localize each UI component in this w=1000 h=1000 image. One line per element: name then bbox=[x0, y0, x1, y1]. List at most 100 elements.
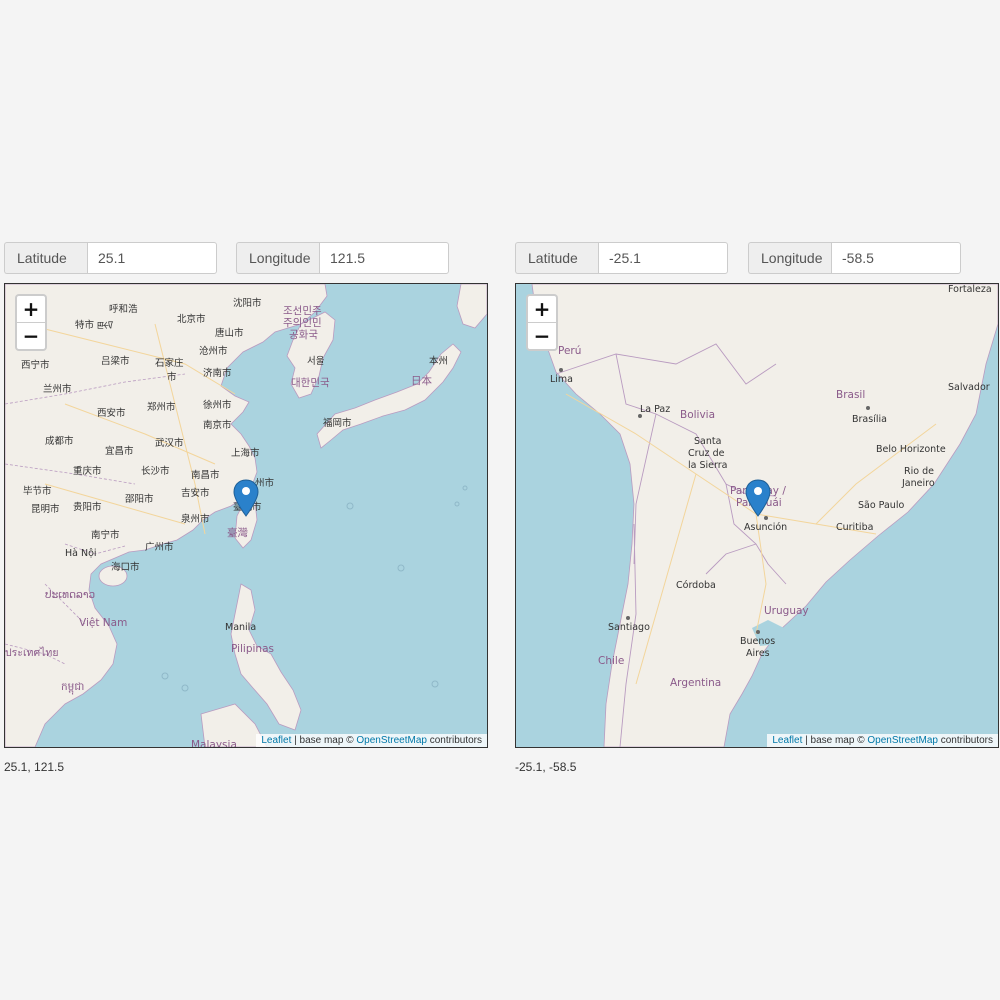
map-label: 沈阳市 bbox=[233, 297, 262, 309]
map-label: 特市 ꡣꡡꡧ bbox=[75, 319, 113, 331]
map-label: Córdoba bbox=[676, 580, 716, 591]
latitude-input[interactable] bbox=[87, 242, 217, 274]
zoom-in-button[interactable]: + bbox=[528, 296, 556, 323]
map-label: 日本 bbox=[411, 374, 432, 387]
map-label: Manila bbox=[225, 622, 256, 633]
map-label: Lima bbox=[550, 374, 573, 385]
map-label: 徐州市 bbox=[203, 399, 232, 411]
map-label: 주의인민 bbox=[283, 317, 322, 329]
map-label: 吕梁市 bbox=[101, 355, 130, 367]
map-label: 重庆市 bbox=[73, 465, 102, 477]
map-label: La Paz bbox=[640, 404, 670, 415]
map-label: Buenos bbox=[740, 636, 775, 647]
map-label: 서울 bbox=[307, 356, 325, 367]
latitude-label: Latitude bbox=[4, 242, 87, 274]
latitude-group: Latitude bbox=[4, 242, 217, 274]
map-label: 조선민주 bbox=[283, 305, 322, 317]
map-label: ປະເທດລາວ bbox=[45, 589, 95, 601]
map-label: Cruz de bbox=[688, 448, 725, 459]
map-label: Brasil bbox=[836, 389, 865, 401]
map-label: Salvador bbox=[948, 382, 990, 393]
map-label: 공화국 bbox=[289, 329, 318, 341]
map-label: 郑州市 bbox=[147, 401, 176, 413]
map-label: 广州市 bbox=[145, 541, 174, 553]
map-label: 福岡市 bbox=[323, 417, 352, 429]
map-label: Pilipinas bbox=[231, 643, 274, 655]
longitude-label: Longitude bbox=[236, 242, 319, 274]
attribution-text: | base map © bbox=[802, 735, 868, 746]
map-label: ประเทศไทย bbox=[5, 646, 58, 659]
map-panel-south-america: Latitude Longitude Fortaleza Perú Lima S… bbox=[515, 242, 1000, 774]
leaflet-link[interactable]: Leaflet bbox=[261, 735, 291, 746]
coordinate-inputs: Latitude Longitude bbox=[515, 242, 1000, 274]
map-label: កម្ពុជា bbox=[61, 681, 84, 695]
map-label: 长沙市 bbox=[141, 465, 170, 477]
map-label: 上海市 bbox=[231, 447, 260, 459]
map-label: Hà Nội bbox=[65, 548, 97, 559]
map-view[interactable]: 呼和浩 沈阳市 조선민주 주의인민 공화국 特市 ꡣꡡꡧ 北京市 唐山市 西宁市… bbox=[4, 283, 488, 748]
map-label: 臺灣 bbox=[227, 526, 248, 539]
map-label: São Paulo bbox=[858, 500, 904, 511]
attribution-text: contributors bbox=[937, 735, 993, 746]
latitude-input[interactable] bbox=[598, 242, 728, 274]
map-label: Asunción bbox=[744, 522, 787, 533]
map-label: 州市 bbox=[255, 477, 275, 489]
longitude-input[interactable] bbox=[831, 242, 961, 274]
osm-link[interactable]: OpenStreetMap bbox=[356, 735, 427, 746]
coordinates-output: -25.1, -58.5 bbox=[515, 760, 577, 774]
map-label: 昆明市 bbox=[31, 503, 60, 515]
map-label: 西安市 bbox=[97, 407, 126, 419]
latitude-group: Latitude bbox=[515, 242, 728, 274]
map-label: Santiago bbox=[608, 622, 650, 633]
map-label: 沧州市 bbox=[199, 345, 228, 357]
map-attribution: Leaflet | base map © OpenStreetMap contr… bbox=[767, 734, 998, 747]
map-label: Janeiro bbox=[901, 478, 935, 489]
map-label: 济南市 bbox=[203, 367, 232, 379]
map-label: 泉州市 bbox=[181, 513, 210, 525]
longitude-group: Longitude bbox=[236, 242, 449, 274]
map-label: 吉安市 bbox=[181, 487, 210, 499]
attribution-text: contributors bbox=[426, 735, 482, 746]
zoom-out-button[interactable]: − bbox=[528, 323, 556, 349]
coordinate-inputs: Latitude Longitude bbox=[4, 242, 489, 274]
map-label: 贵阳市 bbox=[73, 501, 102, 513]
map-label: Perú bbox=[558, 345, 581, 357]
map-label: Việt Nam bbox=[79, 617, 127, 629]
leaflet-link[interactable]: Leaflet bbox=[772, 735, 802, 746]
map-label: 武汉市 bbox=[155, 437, 184, 449]
longitude-label: Longitude bbox=[748, 242, 831, 274]
map-tiles: 呼和浩 沈阳市 조선민주 주의인민 공화국 特市 ꡣꡡꡧ 北京市 唐山市 西宁市… bbox=[5, 284, 487, 747]
map-label: 南宁市 bbox=[91, 529, 120, 541]
map-label: 海口市 bbox=[111, 561, 140, 573]
map-label: 대한민국 bbox=[291, 377, 330, 389]
map-view[interactable]: Fortaleza Perú Lima Salvador Brasil Bras… bbox=[515, 283, 999, 748]
map-label: 邵阳市 bbox=[125, 493, 154, 505]
latitude-label: Latitude bbox=[515, 242, 598, 274]
zoom-in-button[interactable]: + bbox=[17, 296, 45, 323]
map-label: 西宁市 bbox=[21, 359, 50, 371]
map-label: Santa bbox=[694, 436, 721, 447]
map-label: Uruguay bbox=[764, 605, 809, 617]
map-label: 南京市 bbox=[203, 419, 232, 431]
map-label: Aires bbox=[746, 648, 770, 659]
map-label: 呼和浩 bbox=[109, 303, 138, 315]
map-label: Curitiba bbox=[836, 522, 873, 533]
map-label: la Sierra bbox=[688, 460, 727, 471]
map-label: 成都市 bbox=[45, 435, 74, 447]
map-label: Belo Horizonte bbox=[876, 444, 946, 455]
zoom-control: + − bbox=[526, 294, 558, 351]
longitude-input[interactable] bbox=[319, 242, 449, 274]
map-label: 石家庄 bbox=[155, 357, 184, 369]
map-label: 兰州市 bbox=[43, 383, 72, 395]
map-label: Malaysia bbox=[191, 739, 237, 747]
map-label: Rio de bbox=[904, 466, 934, 477]
longitude-group: Longitude bbox=[748, 242, 961, 274]
map-panel-asia: Latitude Longitude bbox=[4, 242, 489, 774]
attribution-text: | base map © bbox=[291, 735, 357, 746]
map-attribution: Leaflet | base map © OpenStreetMap contr… bbox=[256, 734, 487, 747]
zoom-out-button[interactable]: − bbox=[17, 323, 45, 349]
map-label: Fortaleza bbox=[948, 284, 992, 295]
map-tiles: Fortaleza Perú Lima Salvador Brasil Bras… bbox=[516, 284, 998, 747]
osm-link[interactable]: OpenStreetMap bbox=[867, 735, 938, 746]
map-label: 市 bbox=[167, 371, 177, 383]
